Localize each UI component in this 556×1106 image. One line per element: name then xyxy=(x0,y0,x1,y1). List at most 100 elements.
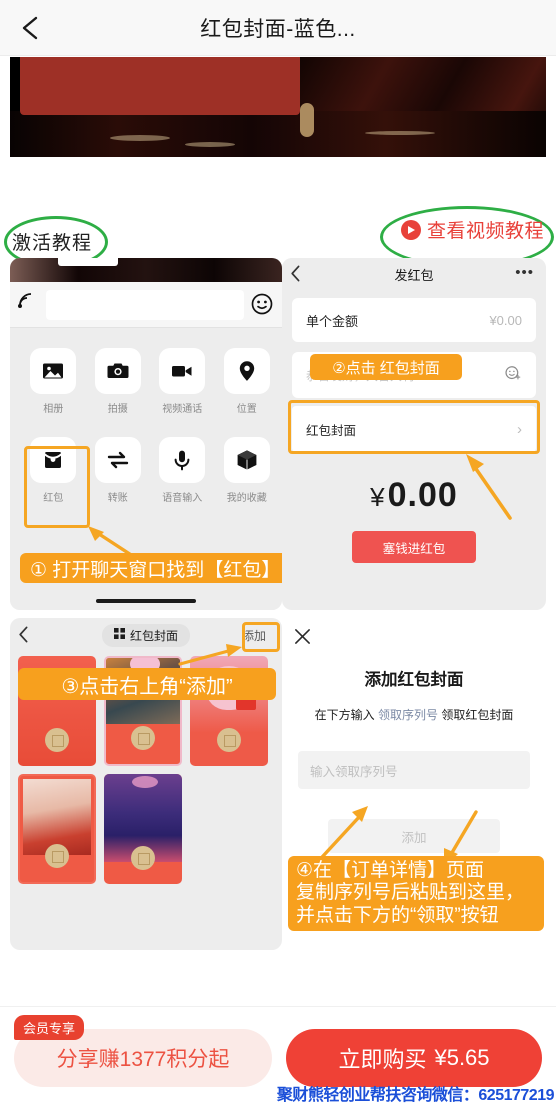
chevron-left-icon xyxy=(291,265,300,282)
back-button[interactable] xyxy=(14,12,46,44)
dialog-add-button[interactable]: 添加 xyxy=(328,819,500,853)
serial-code-placeholder: 输入领取序列号 xyxy=(310,764,398,779)
chat-function-label: 语音输入 xyxy=(162,493,203,504)
total-amount-value: 0.00 xyxy=(387,476,458,514)
location-pin-icon xyxy=(223,348,270,394)
step-3-banner: ③点击右上角“添加” xyxy=(18,668,276,700)
submit-redpacket-button[interactable]: 塞钱进红包 xyxy=(352,531,476,563)
chat-function-camera[interactable]: 拍摄 xyxy=(89,348,148,415)
coin-badge xyxy=(131,846,155,870)
send-nav-title: 发红包 xyxy=(394,267,434,283)
serial-code-input[interactable]: 输入领取序列号 xyxy=(298,751,530,789)
chat-function-location[interactable]: 位置 xyxy=(218,348,277,415)
coin-badge xyxy=(131,726,155,750)
coin-badge xyxy=(217,728,241,752)
chat-function-label: 相册 xyxy=(43,404,64,415)
dialog-subtitle-suffix: 领取红包封面 xyxy=(438,708,514,722)
screenshot-panel-send-redpacket: 发红包 ••• 单个金额 ¥0.00 恭喜发财，大吉大利 红包封面 › xyxy=(282,258,546,610)
chevron-left-icon xyxy=(22,16,38,40)
coin-badge xyxy=(45,844,69,868)
home-indicator xyxy=(96,599,196,603)
chat-function-row-1: 相册 拍摄 视频通话 位置 xyxy=(10,328,282,415)
single-amount-value: ¥0.00 xyxy=(489,312,522,328)
step-4-line-2: 复制序列号后粘贴到这里， xyxy=(296,882,525,904)
back-button-gallery[interactable] xyxy=(18,626,29,648)
share-earn-label: 分享赚1377积分起 xyxy=(56,1048,230,1071)
chat-text-input[interactable] xyxy=(46,289,244,320)
app-header: 红包封面-蓝色... xyxy=(0,0,556,56)
camera-icon xyxy=(94,348,141,394)
screenshot-panel-chat: 相册 拍摄 视频通话 位置 红包 转账 语音输入 我的收藏 ① 打开聊天窗口找到… xyxy=(10,258,282,610)
banner-red-block xyxy=(20,57,300,115)
banner-highlight-2 xyxy=(185,142,235,147)
total-amount-display: ¥0.00 xyxy=(282,476,546,515)
grid-icon xyxy=(113,628,125,642)
dialog-subtitle-prefix: 在下方输入 xyxy=(314,708,378,722)
smiley-plus-icon[interactable] xyxy=(504,364,522,387)
step-1-banner: ① 打开聊天窗口找到【红包】 xyxy=(20,553,282,583)
chat-function-label: 拍摄 xyxy=(107,404,128,415)
buy-now-price: ¥5.65 xyxy=(434,1045,490,1070)
highlight-box-redpacket xyxy=(24,446,90,528)
chat-function-album[interactable]: 相册 xyxy=(24,348,83,415)
highlight-box-cover-row xyxy=(288,400,540,454)
chat-bubble-card xyxy=(58,258,118,266)
video-tutorial-link[interactable]: 查看视频教程 xyxy=(400,216,544,243)
page-title: 红包封面-蓝色... xyxy=(200,17,356,41)
chat-function-label: 位置 xyxy=(236,404,257,415)
cover-thumb-anime-boy[interactable] xyxy=(18,774,96,884)
buy-now-label: 立即购买 xyxy=(338,1047,427,1072)
chat-function-label: 转账 xyxy=(107,493,128,504)
single-amount-label: 单个金额 xyxy=(306,313,359,329)
coin-badge xyxy=(45,728,69,752)
page-root: 红包封面-蓝色... 激活教程 查看视频教程 相册 拍摄 视频通话 位置 红包 … xyxy=(0,0,556,1106)
chat-function-videocall[interactable]: 视频通话 xyxy=(153,348,212,415)
step-4-line-1: ④在【订单详情】页面 xyxy=(296,860,485,881)
play-circle-icon xyxy=(400,219,421,240)
screenshot-panel-cover-gallery: 红包封面 添加 ③点击右上角“添加” xyxy=(10,618,282,950)
box-icon xyxy=(223,437,270,483)
watermark-text: 聚财熊轻创业帮扶咨询微信：625177219 xyxy=(276,1087,555,1104)
transfer-arrows-icon xyxy=(94,437,141,483)
chat-input-row xyxy=(10,282,282,328)
close-dialog-button[interactable] xyxy=(294,628,311,650)
chat-photo-strip xyxy=(10,258,282,282)
step-4-line-3: 并点击下方的“领取”按钮 xyxy=(296,904,499,926)
banner-pole xyxy=(300,103,314,137)
banner-bottom-strip xyxy=(10,111,546,157)
step-2-banner: ②点击 红包封面 xyxy=(310,354,462,380)
product-banner-image xyxy=(10,57,546,157)
buy-now-button[interactable]: 立即购买 ¥5.65 xyxy=(286,1029,542,1087)
single-amount-row[interactable]: 单个金额 ¥0.00 xyxy=(292,298,536,342)
gallery-title-pill: 红包封面 xyxy=(101,623,190,647)
highlight-box-add-button xyxy=(242,622,280,652)
chat-function-label: 视频通话 xyxy=(162,404,203,415)
close-x-icon xyxy=(295,629,310,644)
dialog-subtitle: 在下方输入 领取序列号 领取红包封面 xyxy=(282,706,546,723)
back-button-send[interactable] xyxy=(290,265,301,287)
dialog-subtitle-highlight: 领取序列号 xyxy=(377,708,438,722)
chat-function-voiceinput[interactable]: 语音输入 xyxy=(153,437,212,504)
send-nav-bar: 发红包 ••• xyxy=(282,258,546,290)
cover-thumb-purple-castle[interactable] xyxy=(104,774,182,884)
chat-function-favorites[interactable]: 我的收藏 xyxy=(218,437,277,504)
microphone-icon xyxy=(159,437,206,483)
voice-wave-icon[interactable] xyxy=(14,292,40,318)
step-4-banner: ④在【订单详情】页面 复制序列号后粘贴到这里， 并点击下方的“领取”按钮 xyxy=(288,856,544,932)
video-tutorial-label: 查看视频教程 xyxy=(426,221,544,242)
screenshot-panel-add-cover-dialog: 添加红包封面 在下方输入 领取序列号 领取红包封面 输入领取序列号 添加 ④在【… xyxy=(282,618,546,950)
banner-highlight-1 xyxy=(110,135,170,141)
dialog-title: 添加红包封面 xyxy=(364,671,464,689)
chat-function-transfer[interactable]: 转账 xyxy=(89,437,148,504)
banner-highlight-3 xyxy=(365,131,435,135)
member-exclusive-badge: 会员专享 xyxy=(14,1015,85,1040)
photo-icon xyxy=(30,348,77,394)
section-label-tutorial: 激活教程 xyxy=(12,233,93,254)
ellipsis-icon[interactable]: ••• xyxy=(515,264,534,281)
currency-symbol: ¥ xyxy=(370,482,386,512)
cover-firework xyxy=(132,776,158,788)
gallery-title-label: 红包封面 xyxy=(129,628,178,643)
video-camera-icon xyxy=(159,348,206,394)
bottom-action-bar: 分享赚1377积分起 会员专享 立即购买 ¥5.65 聚财熊轻创业帮扶咨询微信：… xyxy=(0,1006,556,1106)
smiley-icon[interactable] xyxy=(250,292,276,318)
